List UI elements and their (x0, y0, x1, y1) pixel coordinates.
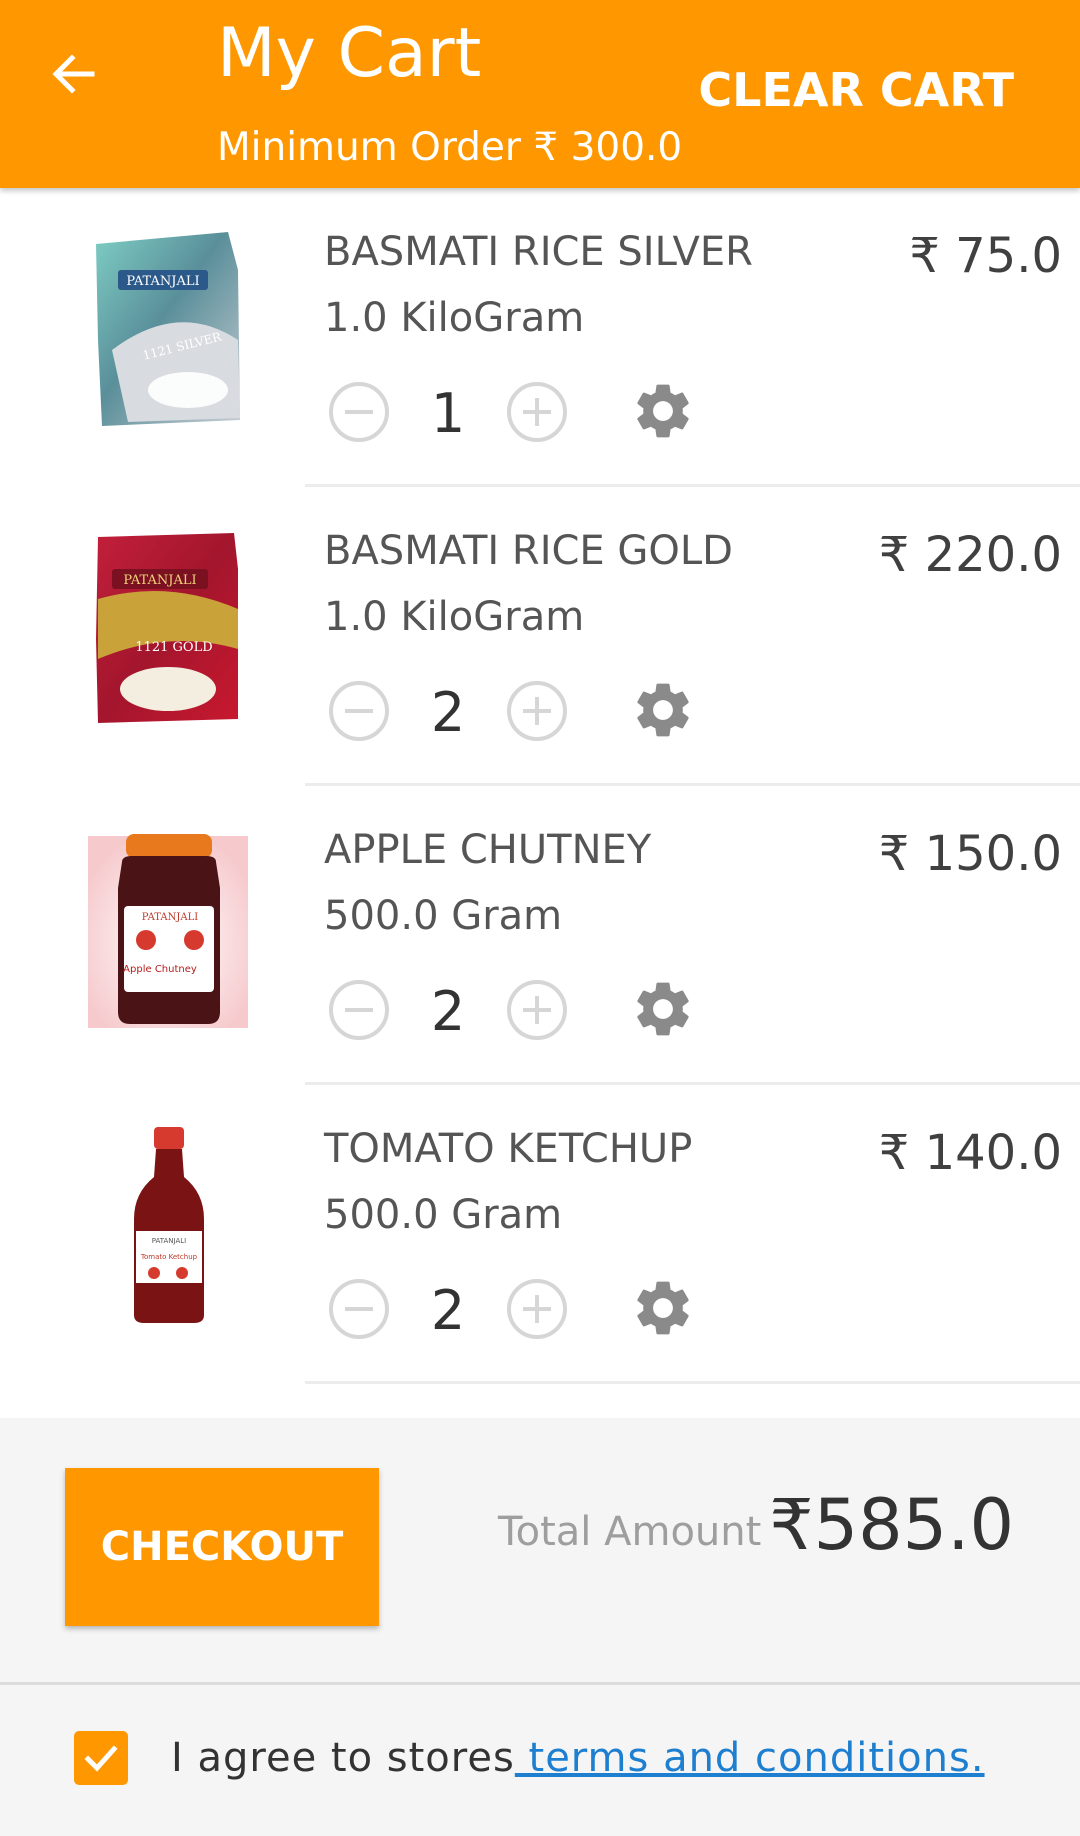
terms-and-conditions-link[interactable]: terms and conditions. (515, 1735, 985, 1781)
svg-text:PATANJALI: PATANJALI (152, 1237, 186, 1245)
item-quantity: 2 (430, 980, 466, 1043)
cart-item-list: PATANJALI 1121 SILVER BASMATI RICE SILVE… (0, 188, 1080, 1384)
arrow-left-icon (52, 54, 95, 94)
item-unit: 1.0 KiloGram (324, 594, 585, 640)
item-quantity: 1 (430, 382, 466, 445)
item-price: ₹ 150.0 (878, 826, 1062, 882)
item-quantity: 2 (430, 681, 466, 744)
page-title: My Cart (217, 14, 482, 93)
terms-agreement-text: I agree to stores terms and conditions. (171, 1735, 985, 1781)
increase-quantity-button[interactable] (505, 679, 569, 743)
cart-item: PATANJALI Tomato Ketchup TOMATO KETCHUP … (0, 1085, 1080, 1384)
total-amount-label: Total Amount (498, 1509, 762, 1555)
decrease-quantity-button[interactable] (327, 380, 391, 444)
item-name: TOMATO KETCHUP (324, 1126, 693, 1172)
item-unit: 1.0 KiloGram (324, 295, 585, 341)
basmati-rice-silver-image: PATANJALI 1121 SILVER (96, 232, 240, 426)
decrease-quantity-button[interactable] (327, 1277, 391, 1341)
gear-icon[interactable] (630, 378, 696, 444)
footer-divider (0, 1682, 1080, 1685)
item-divider (305, 1381, 1080, 1384)
terms-agreement-row: I agree to stores terms and conditions. (74, 1728, 985, 1788)
item-price: ₹ 75.0 (909, 228, 1062, 284)
cart-item: PATANJALI Apple Chutney APPLE CHUTNEY 50… (0, 786, 1080, 1085)
gear-icon[interactable] (630, 1275, 696, 1341)
tomato-ketchup-image: PATANJALI Tomato Ketchup (134, 1127, 204, 1323)
svg-text:Tomato Ketchup: Tomato Ketchup (140, 1253, 198, 1261)
increase-quantity-button[interactable] (505, 380, 569, 444)
item-name: APPLE CHUTNEY (324, 827, 652, 873)
checkmark-icon (84, 1745, 118, 1772)
item-price: ₹ 220.0 (878, 527, 1062, 583)
apple-chutney-image: PATANJALI Apple Chutney (88, 834, 248, 1028)
terms-checkbox[interactable] (74, 1731, 128, 1785)
svg-text:PATANJALI: PATANJALI (123, 573, 196, 588)
gear-icon[interactable] (630, 976, 696, 1042)
gear-icon[interactable] (630, 677, 696, 743)
svg-text:PATANJALI: PATANJALI (142, 912, 198, 923)
cart-item: PATANJALI 1121 GOLD BASMATI RICE GOLD 1.… (0, 487, 1080, 786)
decrease-quantity-button[interactable] (327, 679, 391, 743)
item-unit: 500.0 Gram (324, 1192, 563, 1238)
increase-quantity-button[interactable] (505, 978, 569, 1042)
decrease-quantity-button[interactable] (327, 978, 391, 1042)
app-bar: My Cart Minimum Order ₹ 300.0 CLEAR CART (0, 0, 1080, 188)
svg-text:PATANJALI: PATANJALI (126, 274, 199, 289)
svg-text:1121 GOLD: 1121 GOLD (135, 640, 212, 655)
item-price: ₹ 140.0 (878, 1125, 1062, 1181)
item-name: BASMATI RICE SILVER (324, 229, 753, 275)
cart-item: PATANJALI 1121 SILVER BASMATI RICE SILVE… (0, 188, 1080, 487)
clear-cart-button[interactable]: CLEAR CART (698, 62, 1014, 118)
item-name: BASMATI RICE GOLD (324, 528, 733, 574)
agree-label: I agree to stores (171, 1735, 515, 1781)
minimum-order-subtitle: Minimum Order ₹ 300.0 (217, 125, 683, 170)
svg-text:Apple Chutney: Apple Chutney (123, 964, 197, 975)
total-amount-value: ₹585.0 (769, 1484, 1014, 1566)
basmati-rice-gold-image: PATANJALI 1121 GOLD (96, 533, 238, 723)
item-quantity: 2 (430, 1279, 466, 1342)
checkout-button[interactable]: CHECKOUT (65, 1468, 379, 1626)
checkout-footer: CHECKOUT Total Amount ₹585.0 I agree to … (0, 1418, 1080, 1836)
back-button[interactable] (50, 38, 140, 110)
item-unit: 500.0 Gram (324, 893, 563, 939)
increase-quantity-button[interactable] (505, 1277, 569, 1341)
